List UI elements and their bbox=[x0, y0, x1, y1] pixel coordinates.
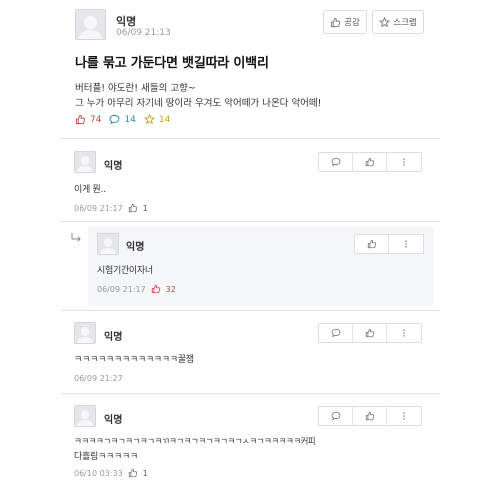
like-button[interactable]: 공감 bbox=[323, 10, 367, 34]
reply-author: 익명 bbox=[126, 242, 145, 253]
reply-like-button[interactable] bbox=[355, 235, 389, 253]
speech-bubble-icon bbox=[331, 157, 340, 167]
post-title: 나를 묶고 가둔다면 뱃길따라 이백리 bbox=[75, 56, 269, 71]
comment-author: 익명 bbox=[104, 161, 123, 172]
comment-avatar bbox=[74, 151, 96, 173]
thumbs-up-icon bbox=[365, 157, 374, 167]
thumbs-up-icon bbox=[367, 239, 376, 249]
post-author: 익명 bbox=[116, 15, 137, 28]
thumbs-up-icon bbox=[365, 328, 374, 338]
scrap-button-label: 스크랩 bbox=[393, 18, 417, 28]
comment-text-line-1: ㅋㅋㅋㅋㄱㅋㄱㅋㄱㅋㄱㅋㄲㅋㄱㅋㄱㅋㄱㅋㄱㅋㄱㅅㅋㄱㅋㅋㅋㅋㅋ커피 bbox=[74, 437, 316, 447]
comment-text: 이게 뭔.. bbox=[74, 185, 106, 195]
reply-meta: 06/09 21:17 32 bbox=[97, 284, 176, 294]
star-icon bbox=[143, 114, 155, 125]
comment-reply-button[interactable] bbox=[319, 153, 353, 171]
speech-bubble-icon bbox=[110, 114, 120, 125]
comment-timestamp: 06/10 03:33 bbox=[74, 468, 123, 478]
like-button-label: 공감 bbox=[344, 18, 360, 28]
post-timestamp: 06/09 21:13 bbox=[116, 28, 171, 38]
kebab-menu-icon bbox=[403, 412, 405, 420]
post-like-count: 74 bbox=[90, 114, 102, 125]
thumbs-up-icon bbox=[365, 411, 374, 421]
reply-like-count: 32 bbox=[165, 284, 176, 294]
comment-meta: 06/09 21:27 bbox=[74, 374, 123, 383]
comment-meta: 06/09 21:17 1 bbox=[74, 203, 148, 213]
divider bbox=[60, 138, 440, 139]
scrap-button[interactable]: 스크랩 bbox=[372, 10, 424, 34]
comment-more-button[interactable] bbox=[387, 324, 421, 342]
star-icon bbox=[379, 16, 391, 27]
thumbs-up-icon bbox=[151, 284, 160, 294]
thumbs-up-icon bbox=[75, 114, 86, 125]
comment-like-button[interactable] bbox=[353, 324, 387, 342]
comment-avatar bbox=[74, 405, 96, 427]
reply-text: 시험기간이자너 bbox=[97, 266, 153, 276]
post-body-line-2: 그 누가 아무리 자기네 땅이라 우겨도 악어떼가 나온다 악어떼! bbox=[75, 98, 322, 109]
thumbs-up-icon bbox=[128, 468, 137, 478]
comment-like-count: 1 bbox=[142, 203, 148, 213]
comment-text-line-2: 다흘림ㅋㅋㅋㅋㅋ bbox=[74, 452, 138, 462]
thumbs-up-icon bbox=[128, 203, 137, 213]
comment-author: 익명 bbox=[104, 415, 123, 426]
divider bbox=[60, 310, 440, 311]
comment-reply-button[interactable] bbox=[319, 407, 353, 425]
post-stats: 74 14 14 bbox=[75, 114, 170, 125]
post-body-line-1: 버터플! 야도란! 새들의 고향~ bbox=[75, 83, 196, 94]
reply-timestamp: 06/09 21:17 bbox=[97, 284, 146, 294]
comment-timestamp: 06/09 21:17 bbox=[74, 203, 123, 213]
comment-actions bbox=[318, 406, 422, 426]
comment-timestamp: 06/09 21:27 bbox=[74, 374, 123, 383]
comment-more-button[interactable] bbox=[387, 153, 421, 171]
reply-avatar bbox=[97, 233, 119, 255]
kebab-menu-icon bbox=[403, 329, 405, 337]
comment-like-button[interactable] bbox=[353, 153, 387, 171]
thumbs-up-icon bbox=[331, 17, 341, 27]
comment-meta: 06/10 03:33 1 bbox=[74, 468, 148, 478]
comment-reply-button[interactable] bbox=[319, 324, 353, 342]
comment-like-count: 1 bbox=[142, 468, 148, 478]
divider bbox=[60, 221, 440, 222]
post-comment-count: 14 bbox=[124, 114, 136, 125]
comment-like-button[interactable] bbox=[353, 407, 387, 425]
comment-author: 익명 bbox=[104, 332, 123, 343]
comment-actions bbox=[318, 152, 422, 172]
reply-actions bbox=[354, 234, 424, 254]
divider bbox=[60, 393, 440, 394]
post-avatar bbox=[75, 9, 106, 40]
kebab-menu-icon bbox=[405, 240, 407, 248]
comment-more-button[interactable] bbox=[387, 407, 421, 425]
speech-bubble-icon bbox=[331, 328, 340, 338]
speech-bubble-icon bbox=[331, 411, 340, 421]
reply-more-button[interactable] bbox=[389, 235, 423, 253]
reply-arrow-icon bbox=[71, 233, 81, 242]
comment-text: ㅋㅋㅋㅋㅋㅋㅋㅋㅋㅋㅋㅋㅋ꿀잼 bbox=[74, 355, 194, 365]
comment-actions bbox=[318, 323, 422, 343]
post-scrap-count: 14 bbox=[158, 114, 171, 125]
comment-avatar bbox=[74, 322, 96, 344]
kebab-menu-icon bbox=[403, 158, 405, 166]
